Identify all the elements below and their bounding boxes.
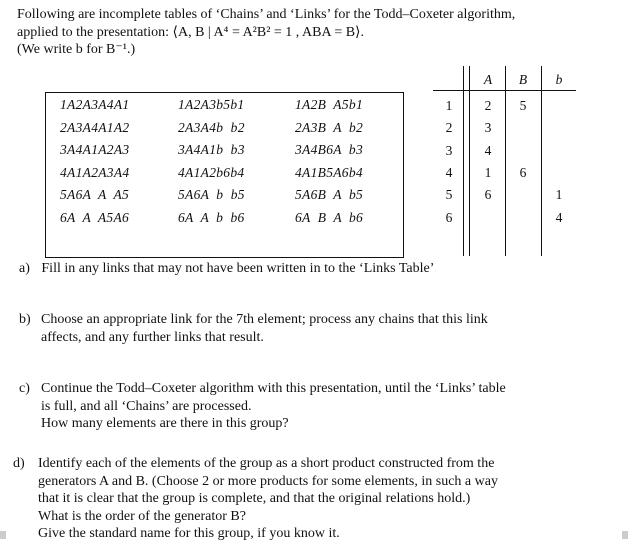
chain-cell: 3A4A1A2A3 bbox=[60, 142, 130, 157]
question-c: c) Continue the Todd–Coxeter algorithm wi… bbox=[19, 381, 506, 431]
links-row-label: 1 bbox=[445, 98, 453, 113]
chain-cell: 6A A b b6 bbox=[178, 209, 245, 225]
links-cell: 1 bbox=[484, 164, 492, 180]
links-cell: 6 bbox=[484, 187, 492, 203]
chain-cell: 5A6A b b5 bbox=[178, 187, 245, 202]
intro-line-3: (We write b for B⁻¹.) bbox=[17, 42, 136, 57]
chain-cell: 1A2A3A4A1 bbox=[60, 97, 130, 112]
links-cell: 2 bbox=[484, 98, 492, 113]
chain-cell: 1A2A3b5b1 bbox=[178, 97, 245, 112]
chain-cell: 3A4B6A b3 bbox=[295, 142, 363, 157]
links-row-label: 3 bbox=[445, 142, 453, 158]
chain-cell: 5A6A A A5 bbox=[60, 187, 130, 202]
links-header-A: A bbox=[483, 72, 493, 87]
question-d: d) Identify each of the elements of the g… bbox=[13, 456, 498, 541]
chain-cell: 6A A A5A6 bbox=[60, 209, 130, 225]
links-cell: 6 bbox=[519, 164, 527, 180]
links-row-label: 4 bbox=[445, 164, 453, 180]
scroll-marker-left bbox=[0, 531, 6, 539]
question-b: b) Choose an appropriate link for the 7th… bbox=[19, 312, 488, 345]
chain-cell: 2A3B A b2 bbox=[295, 119, 364, 135]
links-cell: 5 bbox=[519, 98, 527, 113]
chain-cell: 5A6B A b5 bbox=[295, 187, 364, 202]
links-cell: 4 bbox=[555, 209, 563, 225]
links-cell: 1 bbox=[555, 187, 563, 203]
chain-cell: 1A2B A5b1 bbox=[295, 97, 363, 112]
scroll-marker-right bbox=[622, 531, 628, 539]
links-row-label: 5 bbox=[445, 187, 453, 203]
chain-cell: 3A4A1b b3 bbox=[178, 142, 245, 157]
question-a: a) Fill in any links that may not have b… bbox=[19, 261, 435, 276]
links-cell: 3 bbox=[484, 120, 492, 136]
links-header-b: b bbox=[555, 72, 563, 87]
intro-line-2: applied to the presentation: ⟨A, B | A⁴ … bbox=[17, 25, 365, 40]
chain-cell: 6A B A b6 bbox=[295, 209, 364, 225]
chain-cell: 4A1B5A6b4 bbox=[295, 164, 363, 180]
links-cell: 4 bbox=[484, 142, 492, 158]
chain-cell: 2A3A4A1A2 bbox=[60, 119, 130, 135]
links-header-B: B bbox=[518, 72, 528, 87]
chain-cell: 4A1A2A3A4 bbox=[60, 164, 130, 180]
chain-cell: 4A1A2b6b4 bbox=[178, 164, 245, 180]
links-row-label: 2 bbox=[445, 120, 453, 136]
links-row-label: 6 bbox=[445, 209, 453, 225]
chain-cell: 2A3A4b b2 bbox=[178, 119, 245, 135]
intro-line-1: Following are incomplete tables of ‘Chai… bbox=[17, 7, 516, 22]
